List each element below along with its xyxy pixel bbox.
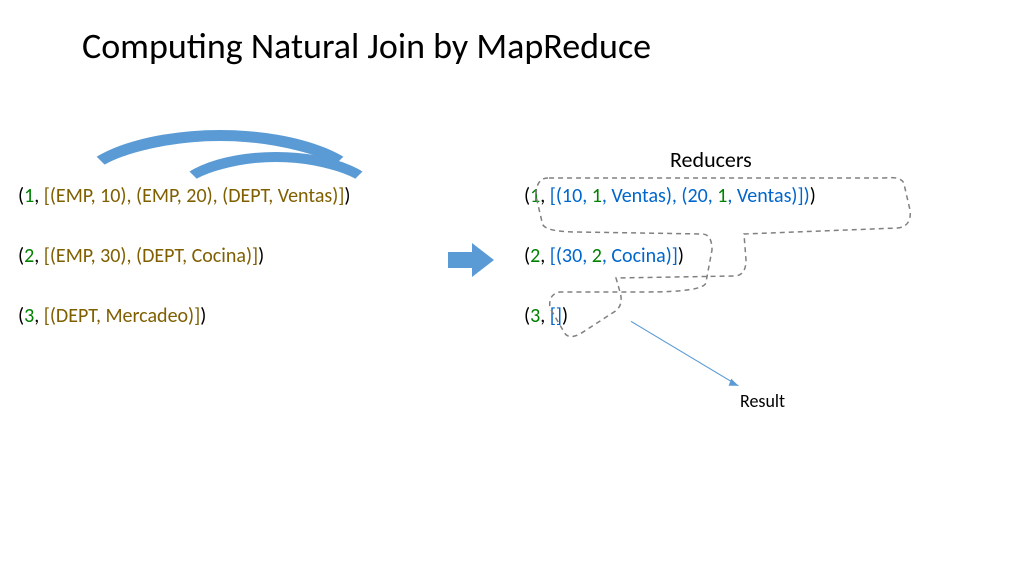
- right-output-column: (1, [(10, 1, Ventas), (20, 1, Ventas)]))…: [524, 184, 816, 364]
- list: [(EMP, 10), (EMP, 20), (DEPT, Ventas)]: [44, 184, 345, 208]
- rparen: ): [200, 304, 206, 328]
- key: 3: [530, 304, 540, 328]
- rparen: ): [344, 184, 350, 208]
- comma: ,: [540, 184, 550, 208]
- text-segment: [(30,: [550, 244, 592, 268]
- key: 2: [24, 244, 34, 268]
- reducers-heading: Reducers: [670, 146, 752, 173]
- arrow-head: [472, 243, 494, 277]
- rparen: ): [258, 244, 264, 268]
- result-label: Result: [740, 390, 785, 412]
- comma: ,: [540, 244, 550, 268]
- key: 3: [24, 304, 34, 328]
- text-segment: [(10,: [550, 184, 592, 208]
- left-input-column: (1, [(EMP, 10), (EMP, 20), (DEPT, Ventas…: [18, 184, 351, 364]
- key: 2: [530, 244, 540, 268]
- left-row-2: (2, [(EMP, 30), (DEPT, Cocina)]): [18, 244, 351, 268]
- right-row-2: (2, [(30, 2, Cocina)]): [524, 244, 816, 268]
- rparen: ): [678, 244, 684, 268]
- left-row-1: (1, [(EMP, 10), (EMP, 20), (DEPT, Ventas…: [18, 184, 351, 208]
- text-segment: []: [550, 304, 562, 328]
- seg: [(30, 2, Cocina)]: [550, 244, 678, 268]
- big-arrow-icon: [448, 243, 496, 277]
- left-row-3: (3, [(DEPT, Mercadeo)]): [18, 304, 351, 328]
- text-segment: 1: [592, 184, 602, 208]
- text-segment: 2: [592, 244, 602, 268]
- seg: []: [550, 304, 562, 328]
- list: [(EMP, 30), (DEPT, Cocina)]: [44, 244, 258, 268]
- key: 1: [24, 184, 34, 208]
- comma: ,: [34, 184, 44, 208]
- rparen: ): [562, 304, 568, 328]
- comma: ,: [34, 244, 44, 268]
- comma: ,: [540, 304, 550, 328]
- text-segment: , Ventas)]): [727, 184, 809, 208]
- text-segment: , Ventas), (20,: [602, 184, 717, 208]
- list: [(DEPT, Mercadeo)]: [44, 304, 201, 328]
- arrow-shaft: [448, 252, 474, 268]
- seg: [(10, 1, Ventas), (20, 1, Ventas)]): [550, 184, 810, 208]
- text-segment: , Cocina)]: [602, 244, 678, 268]
- key: 1: [530, 184, 540, 208]
- comma: ,: [34, 304, 44, 328]
- right-row-3: (3, []): [524, 304, 816, 328]
- right-row-1: (1, [(10, 1, Ventas), (20, 1, Ventas)])): [524, 184, 816, 208]
- rparen: ): [810, 184, 816, 208]
- page-title: Computing Natural Join by MapReduce: [82, 24, 651, 68]
- text-segment: 1: [717, 184, 727, 208]
